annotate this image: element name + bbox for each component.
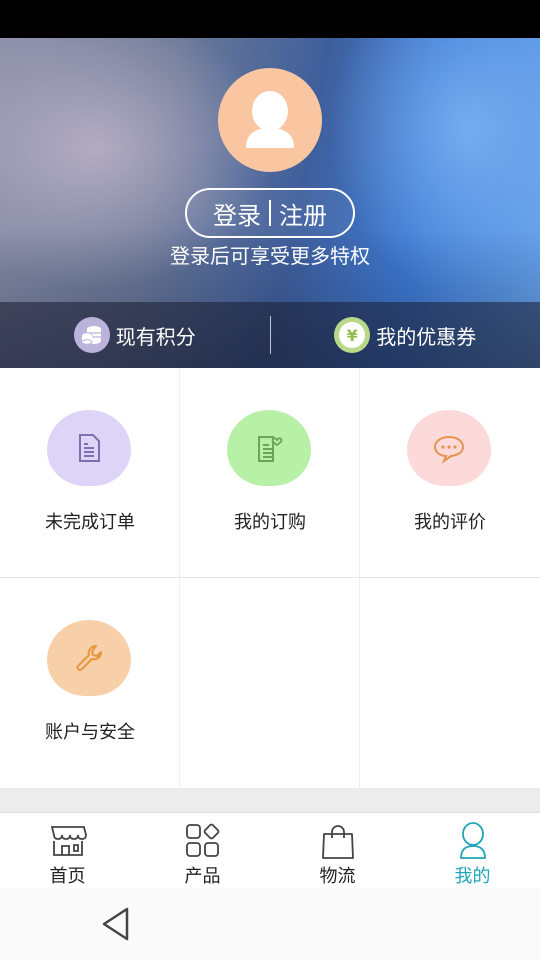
points-button[interactable]: 现有积分 bbox=[0, 317, 270, 353]
tab-home[interactable]: 首页 bbox=[0, 813, 135, 888]
points-coupon-strip: 现有积分 ¥ 我的优惠券 bbox=[0, 302, 540, 368]
tab-label: 我的 bbox=[454, 866, 491, 887]
person-icon bbox=[453, 821, 493, 860]
menu-item-label: 我的评价 bbox=[414, 512, 486, 533]
login-hint: 登录后可享受更多特权 bbox=[170, 244, 370, 268]
menu-item-my-subscriptions[interactable]: 我的订购 bbox=[180, 368, 360, 578]
tab-label: 物流 bbox=[319, 866, 356, 887]
menu-item-label: 未完成订单 bbox=[45, 512, 135, 533]
chat-bubble-icon bbox=[407, 410, 491, 486]
bottom-tab-bar: 首页 产品 物流 我的 bbox=[0, 812, 540, 888]
status-bar bbox=[0, 0, 540, 38]
menu-item-pending-orders[interactable]: 未完成订单 bbox=[0, 368, 180, 578]
tab-label: 产品 bbox=[184, 866, 221, 887]
tab-mine[interactable]: 我的 bbox=[405, 813, 540, 888]
login-link[interactable]: 登录 bbox=[213, 196, 261, 231]
user-silhouette-icon bbox=[246, 91, 294, 148]
app-screen: 登录 注册 登录后可享受更多特权 现有积分 ¥ 我的优惠券 未完成订单 我的订购… bbox=[0, 0, 540, 960]
points-label: 现有积分 bbox=[115, 324, 196, 349]
register-link[interactable]: 注册 bbox=[279, 196, 327, 231]
section-gap bbox=[0, 788, 540, 812]
back-triangle-icon bbox=[102, 907, 129, 941]
coupon-button[interactable]: ¥ 我的优惠券 bbox=[271, 317, 540, 353]
yen-symbol: ¥ bbox=[339, 322, 366, 348]
shopping-bag-icon bbox=[318, 821, 358, 860]
empty-cell bbox=[360, 578, 540, 788]
login-register-button[interactable]: 登录 注册 bbox=[185, 188, 355, 238]
heart-document-icon bbox=[227, 410, 311, 486]
profile-header: 登录 注册 登录后可享受更多特权 现有积分 ¥ 我的优惠券 bbox=[0, 38, 540, 368]
tab-label: 首页 bbox=[49, 866, 86, 887]
divider bbox=[269, 200, 271, 226]
coins-icon bbox=[73, 317, 110, 353]
back-button[interactable] bbox=[96, 904, 136, 944]
menu-grid: 未完成订单 我的订购 我的评价 账户与安全 bbox=[0, 368, 540, 788]
apps-icon bbox=[183, 821, 223, 860]
menu-item-label: 账户与安全 bbox=[45, 722, 135, 743]
wrench-icon bbox=[47, 620, 131, 696]
system-navigation-bar bbox=[0, 888, 540, 960]
coupon-icon: ¥ bbox=[334, 317, 371, 353]
shop-icon bbox=[48, 821, 88, 860]
tab-logistics[interactable]: 物流 bbox=[270, 813, 405, 888]
coupon-label: 我的优惠券 bbox=[376, 324, 477, 349]
menu-item-my-reviews[interactable]: 我的评价 bbox=[360, 368, 540, 578]
avatar[interactable] bbox=[218, 68, 322, 172]
menu-item-account-security[interactable]: 账户与安全 bbox=[0, 578, 180, 788]
document-icon bbox=[47, 410, 131, 486]
empty-cell bbox=[180, 578, 360, 788]
menu-item-label: 我的订购 bbox=[234, 512, 306, 533]
tab-products[interactable]: 产品 bbox=[135, 813, 270, 888]
